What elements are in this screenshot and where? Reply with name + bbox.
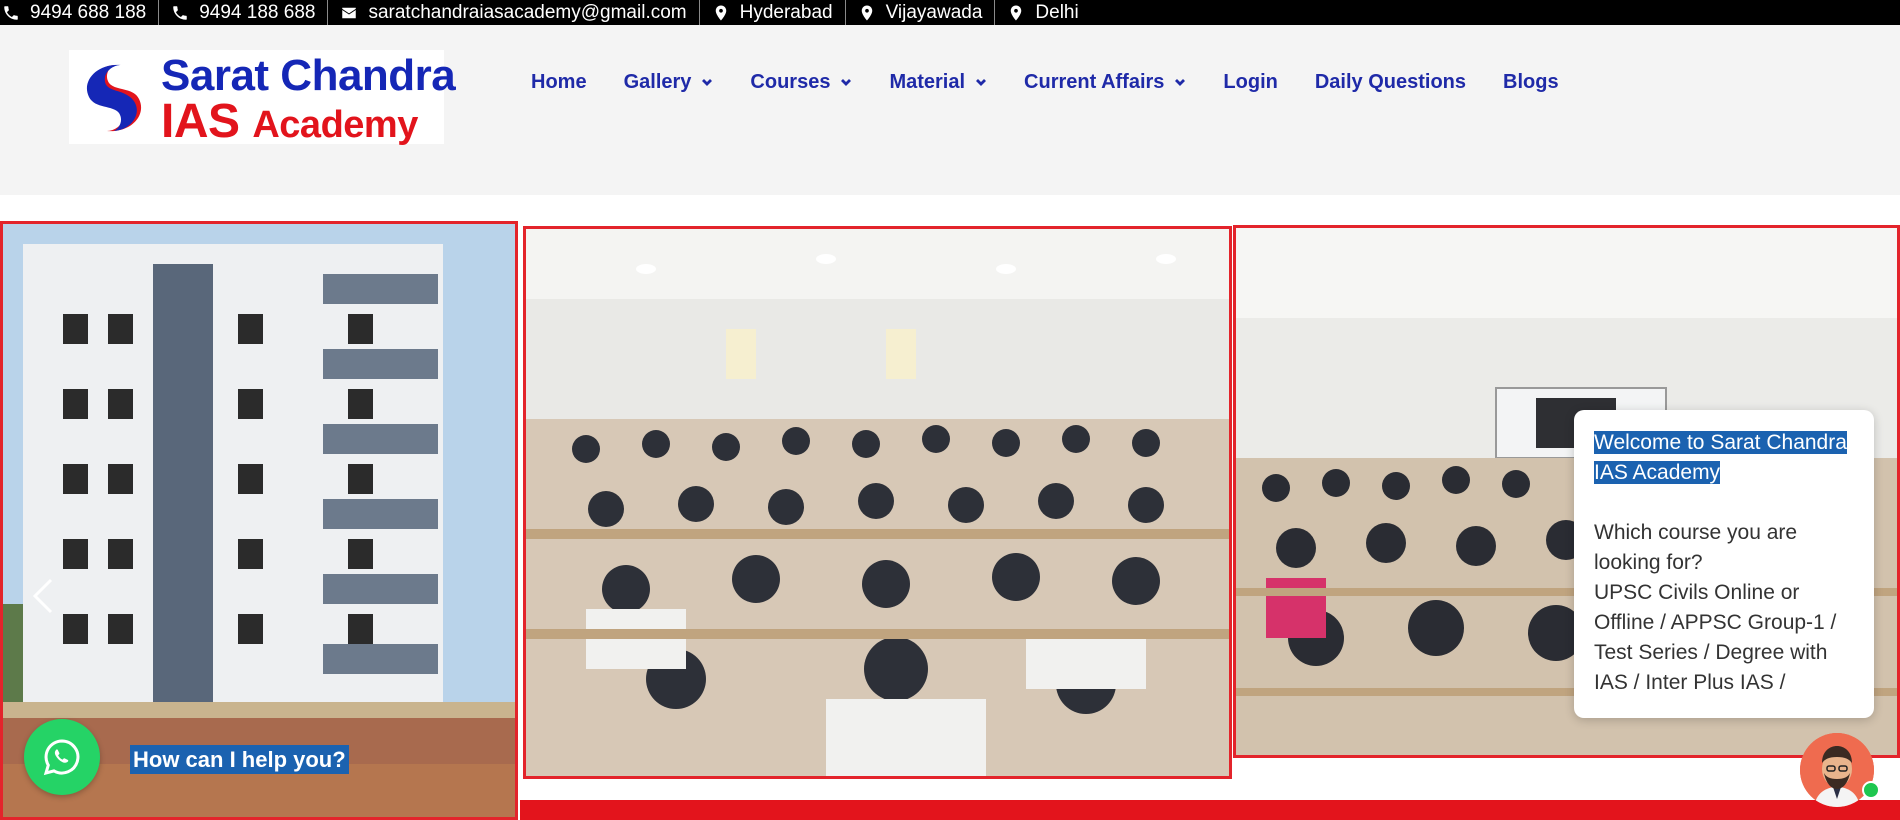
phone-icon (173, 5, 187, 20)
carousel-prev-button[interactable] (29, 576, 57, 616)
academy-logo[interactable]: Sarat Chandra IAS Academy (69, 50, 456, 148)
chevron-down-icon (1175, 79, 1186, 86)
chat-options: UPSC Civils Online or Offline / APPSC Gr… (1594, 581, 1837, 694)
map-pin-icon (1011, 5, 1022, 20)
nav-blogs[interactable]: Blogs (1503, 71, 1559, 94)
logo-academy: Academy (252, 104, 418, 146)
chat-greeting-bubble[interactable]: Welcome to Sarat Chandra IAS Academy Whi… (1574, 410, 1874, 718)
nav-courses[interactable]: Courses (750, 71, 852, 94)
nav-label: Login (1223, 70, 1278, 93)
whatsapp-button[interactable] (24, 719, 100, 795)
email-text: saratchandraiasacademy@gmail.com (368, 2, 687, 23)
nav-label: Daily Questions (1314, 70, 1467, 93)
nav-gallery[interactable]: Gallery (624, 71, 714, 94)
site-header: Sarat Chandra IAS Academy Home Gallery C… (0, 25, 1900, 195)
red-banner-strip (520, 800, 1900, 820)
nav-label: Blogs (1503, 70, 1559, 93)
nav-label: Gallery (623, 70, 692, 93)
nav-label: Material (889, 70, 966, 93)
chat-question: Which course you are looking for? (1594, 521, 1798, 574)
whatsapp-help-label[interactable]: How can I help you? (130, 745, 349, 774)
classroom-photo-1 (523, 226, 1232, 779)
logo-line-2: IAS Academy (161, 94, 418, 149)
phone-1-text: 9494 688 188 (30, 2, 147, 23)
location-text: Hyderabad (739, 2, 833, 23)
chevron-left-icon (32, 578, 53, 614)
email-link[interactable]: saratchandraiasacademy@gmail.com (328, 0, 700, 25)
chat-avatar[interactable] (1800, 733, 1874, 807)
phone-2-text: 9494 188 688 (199, 2, 316, 23)
classroom-image-1 (526, 229, 1229, 776)
nav-label: Courses (750, 70, 831, 93)
location-hyderabad[interactable]: Hyderabad (700, 0, 846, 25)
support-agent-avatar-icon (1800, 733, 1874, 807)
nav-login[interactable]: Login (1223, 71, 1277, 94)
chat-message: Which course you are looking for? UPSC C… (1594, 518, 1856, 698)
chevron-down-icon (976, 79, 987, 86)
top-contact-bar: 9494 688 188 9494 188 688 saratchandraia… (0, 0, 1900, 25)
nav-daily-questions[interactable]: Daily Questions (1315, 71, 1466, 94)
logo-ias: IAS (161, 95, 240, 148)
location-text: Delhi (1035, 2, 1079, 23)
map-pin-icon (861, 5, 872, 20)
nav-home[interactable]: Home (531, 71, 587, 94)
chevron-down-icon (702, 79, 713, 86)
location-delhi[interactable]: Delhi (995, 0, 1090, 25)
map-pin-icon (715, 5, 726, 20)
main-nav: Home Gallery Courses Material Current Af… (531, 67, 1596, 97)
chevron-down-icon (841, 79, 852, 86)
phone-2[interactable]: 9494 188 688 (159, 0, 329, 25)
envelope-icon (342, 7, 357, 18)
nav-label: Home (531, 70, 587, 93)
location-vijayawada[interactable]: Vijayawada (846, 0, 996, 25)
nav-current-affairs[interactable]: Current Affairs (1024, 71, 1186, 94)
phone-1[interactable]: 9494 688 188 (0, 0, 160, 25)
chat-welcome-text: Welcome to Sarat Chandra IAS Academy (1594, 431, 1847, 484)
swirl-logo-icon (79, 63, 149, 133)
phone-icon (4, 5, 18, 20)
nav-label: Current Affairs (1024, 70, 1165, 93)
whatsapp-icon (43, 739, 80, 776)
online-status-dot (1862, 781, 1880, 799)
nav-material[interactable]: Material (889, 71, 987, 94)
location-text: Vijayawada (885, 2, 983, 23)
